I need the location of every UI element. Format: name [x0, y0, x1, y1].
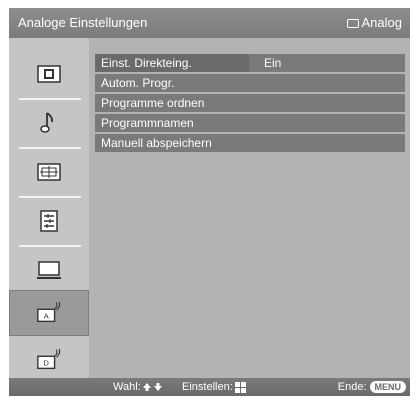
input-mode-indicator: Analog	[346, 8, 402, 38]
sidebar-item-digital[interactable]: D	[9, 338, 89, 382]
sidebar-divider	[19, 196, 81, 198]
select-hint: Wahl:	[113, 378, 163, 396]
menu-item-sort-programs[interactable]: Programme ordnen	[95, 94, 405, 112]
menu-item-label: Einst. Direkteing.	[101, 56, 192, 70]
svg-text:A: A	[44, 312, 49, 321]
tv-menu-screen: Analoge Einstellungen Analog A D Einst. …	[9, 8, 410, 396]
select-hint-label: Wahl:	[113, 381, 141, 393]
menu-item-direct-input[interactable]: Einst. Direkteing. Ein	[95, 54, 405, 72]
settings-panel: Einst. Direkteing. Ein Autom. Progr. Pro…	[89, 38, 410, 378]
sidebar-item-screen[interactable]	[9, 150, 89, 194]
menu-item-manual-store[interactable]: Manuell abspeichern	[95, 134, 405, 152]
menu-item-label: Programme ordnen	[101, 96, 205, 110]
picture-icon	[36, 63, 62, 85]
sidebar-item-picture[interactable]	[9, 52, 89, 96]
category-sidebar: A D	[9, 38, 89, 378]
enter-button-icon	[234, 381, 246, 393]
menu-item-auto-program[interactable]: Autom. Progr.	[95, 74, 405, 92]
digital-antenna-icon: D	[36, 348, 62, 371]
tv-icon	[346, 18, 359, 28]
menu-item-program-names[interactable]: Programmnamen	[95, 114, 405, 132]
help-bar: Wahl: Einstellen: Ende: MENU	[9, 378, 410, 396]
sidebar-item-setup[interactable]	[9, 199, 89, 243]
menu-item-label: Autom. Progr.	[101, 76, 175, 90]
up-down-arrows-icon	[142, 383, 162, 391]
confirm-hint: Einstellen:	[182, 378, 246, 396]
sidebar-divider	[19, 147, 81, 149]
sidebar-item-pc[interactable]	[9, 248, 89, 292]
header-bar: Analoge Einstellungen Analog	[9, 8, 410, 38]
menu-item-label: Programmnamen	[101, 116, 194, 130]
sidebar-divider	[19, 98, 81, 100]
svg-text:D: D	[44, 359, 49, 368]
menu-item-value: Ein	[264, 56, 282, 70]
analog-antenna-icon: A	[36, 301, 62, 324]
sidebar-divider	[19, 245, 81, 247]
menu-title: Analoge Einstellungen	[18, 15, 148, 30]
music-note-icon	[36, 112, 62, 134]
pc-monitor-icon	[36, 259, 62, 281]
sidebar-item-sound[interactable]	[9, 101, 89, 145]
input-mode-label: Analog	[361, 15, 402, 30]
menu-item-label: Manuell abspeichern	[101, 136, 212, 150]
confirm-hint-label: Einstellen:	[182, 381, 233, 393]
setup-list-icon	[36, 210, 62, 232]
exit-hint: Ende: MENU	[338, 378, 406, 396]
exit-hint-label: Ende:	[337, 381, 367, 393]
sidebar-item-analog[interactable]: A	[9, 290, 89, 336]
screen-adjust-icon	[36, 161, 62, 183]
menu-button: MENU	[369, 381, 406, 393]
